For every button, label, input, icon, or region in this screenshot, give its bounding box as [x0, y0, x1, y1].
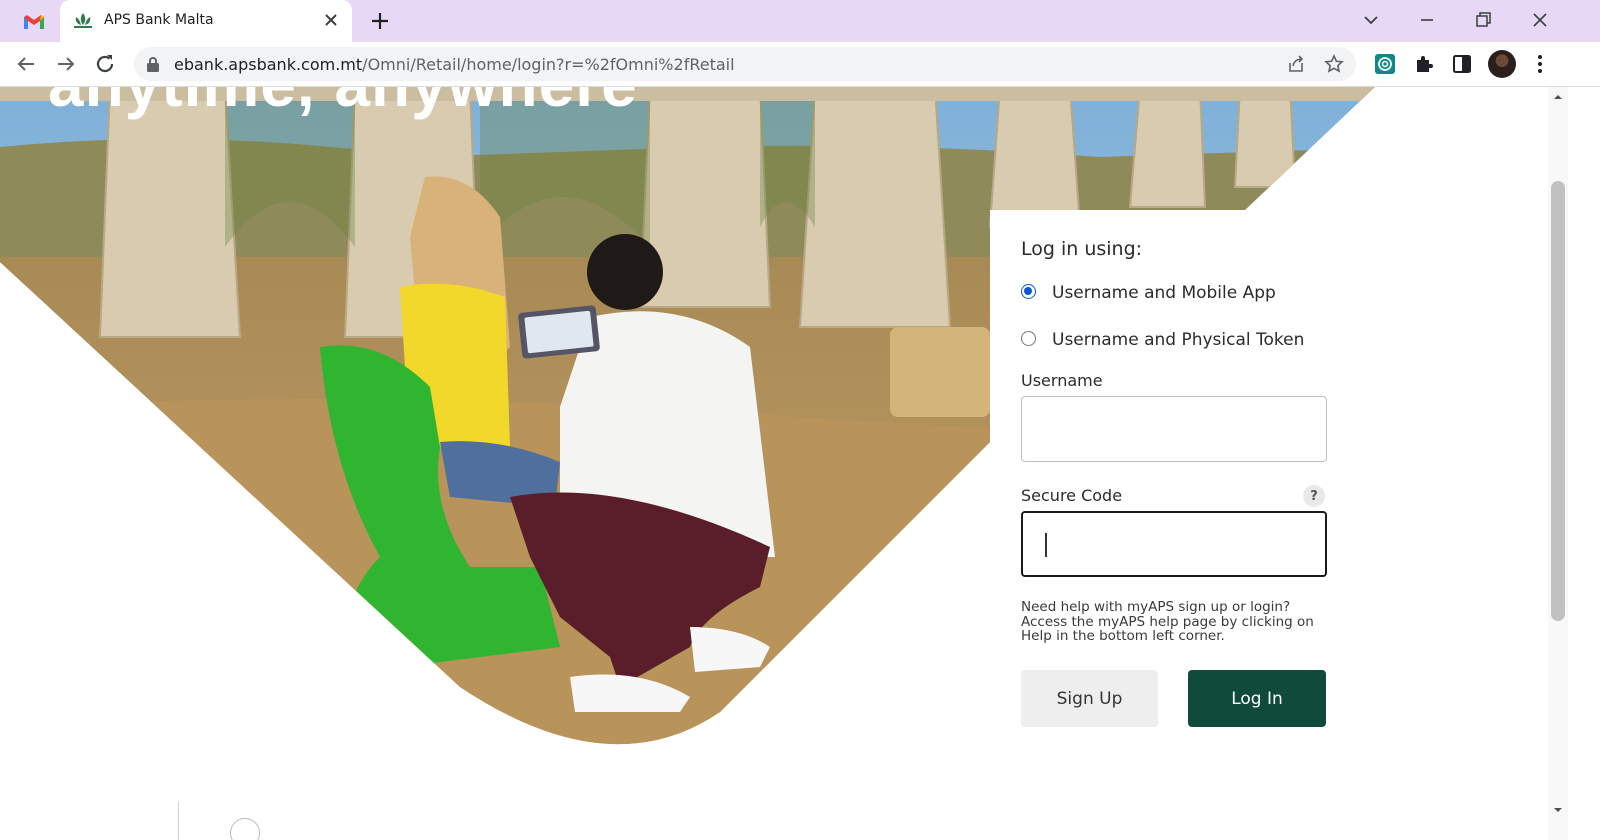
tab-search-icon[interactable] [1360, 9, 1382, 31]
secure-code-input[interactable] [1021, 511, 1327, 577]
url-path: /Omni/Retail/home/login?r=%2fOmni%2fReta… [362, 55, 735, 74]
new-tab-icon[interactable] [368, 9, 392, 33]
address-bar[interactable]: ebank.apsbank.com.mt/Omni/Retail/home/lo… [134, 47, 1356, 81]
window-edge [1568, 87, 1600, 840]
share-icon[interactable] [1286, 54, 1306, 74]
sign-up-button[interactable]: Sign Up [1021, 670, 1158, 727]
lock-icon[interactable] [146, 56, 160, 72]
minimize-icon[interactable] [1416, 9, 1438, 31]
login-panel: Log in using: Username and Mobile App Us… [990, 210, 1548, 840]
close-window-icon[interactable] [1529, 9, 1551, 31]
username-label: Username [1021, 371, 1103, 390]
browser-tabstrip: APS Bank Malta [0, 0, 1600, 42]
radio-mobile-app[interactable] [1021, 283, 1036, 299]
gmail-tab[interactable] [14, 10, 54, 34]
scroll-down-icon[interactable] [1552, 804, 1564, 816]
active-tab[interactable]: APS Bank Malta [60, 0, 352, 42]
back-icon[interactable] [14, 52, 38, 76]
gmail-icon [24, 15, 44, 29]
username-input[interactable] [1021, 396, 1327, 462]
browser-toolbar: ebank.apsbank.com.mt/Omni/Retail/home/lo… [0, 42, 1600, 87]
scrollbar-thumb[interactable] [1551, 181, 1565, 621]
option-physical-token[interactable]: Username and Physical Token [1021, 330, 1304, 350]
page-scrollbar[interactable] [1548, 87, 1568, 840]
scroll-up-icon[interactable] [1552, 91, 1564, 103]
tab-title: APS Bank Malta [104, 12, 214, 28]
aps-favicon-icon [74, 13, 92, 28]
login-page: anytime, anywhere Log in using: Username… [0, 87, 1548, 840]
side-panel-icon[interactable] [1450, 52, 1474, 76]
login-heading: Log in using: [1021, 238, 1143, 260]
bookmark-star-icon[interactable] [1324, 54, 1344, 74]
url-host: ebank.apsbank.com.mt [174, 55, 363, 74]
secure-code-help-icon[interactable]: ? [1303, 485, 1325, 507]
close-tab-icon[interactable] [322, 11, 340, 29]
hero-headline: anytime, anywhere [48, 87, 638, 121]
restore-icon[interactable] [1472, 9, 1494, 31]
forward-icon[interactable] [54, 52, 78, 76]
footer-divider [178, 801, 179, 840]
radio-physical-token[interactable] [1021, 330, 1036, 346]
url-text[interactable]: ebank.apsbank.com.mt/Omni/Retail/home/lo… [174, 55, 735, 74]
extensions-puzzle-icon[interactable] [1412, 52, 1436, 76]
option-mobile-app-label: Username and Mobile App [1052, 283, 1276, 303]
reload-icon[interactable] [93, 52, 117, 76]
extension-icon[interactable] [1373, 52, 1397, 76]
more-menu-icon[interactable] [1528, 52, 1552, 76]
secure-code-label: Secure Code [1021, 486, 1123, 505]
help-text: Need help with myAPS sign up or login? A… [1021, 599, 1314, 644]
text-caret [1045, 533, 1047, 557]
profile-avatar[interactable] [1488, 50, 1516, 78]
help-button[interactable] [230, 818, 260, 840]
log-in-button[interactable]: Log In [1188, 670, 1326, 727]
option-physical-token-label: Username and Physical Token [1052, 330, 1305, 350]
option-mobile-app[interactable]: Username and Mobile App [1021, 283, 1276, 303]
